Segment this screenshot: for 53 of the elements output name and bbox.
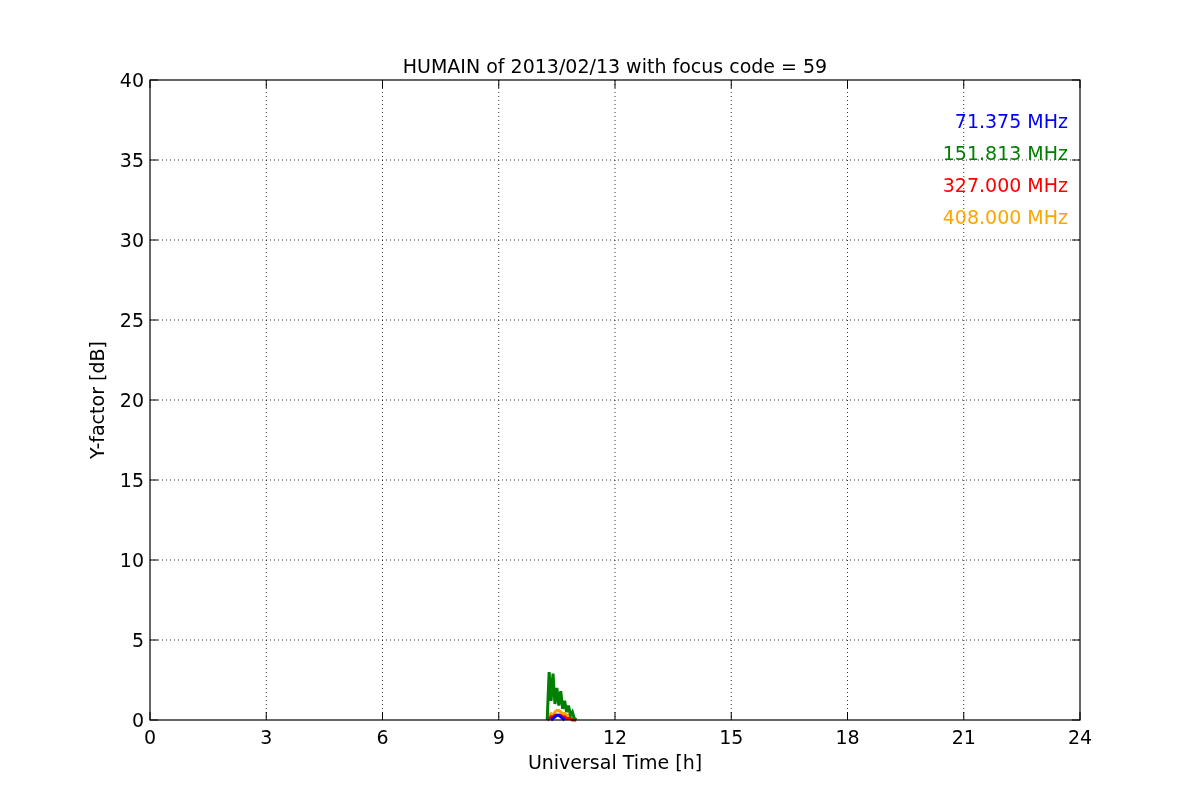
tick-label: 5	[131, 629, 144, 651]
tick-mark	[847, 79, 848, 89]
tick-label: 12	[602, 726, 628, 748]
tick-mark	[149, 319, 159, 321]
tick-mark	[614, 711, 616, 721]
tick-label: 3	[260, 726, 273, 748]
tick-mark	[382, 711, 383, 721]
tick-mark	[149, 239, 159, 241]
tick-mark	[498, 79, 500, 89]
tick-label: 18	[835, 726, 860, 748]
tick-mark	[1071, 639, 1081, 641]
tick-label: 15	[119, 469, 144, 491]
tick-mark	[382, 79, 383, 89]
tick-label: 15	[719, 726, 744, 748]
tick-mark	[265, 79, 267, 89]
tick-mark	[1071, 479, 1081, 481]
y-axis-label: Y-factor [dB]	[86, 341, 108, 459]
tick-mark	[1071, 559, 1081, 561]
tick-label: 9	[492, 726, 505, 748]
tick-mark	[614, 79, 616, 89]
tick-mark	[730, 711, 732, 721]
tick-mark	[1071, 239, 1081, 241]
tick-mark	[149, 639, 159, 641]
tick-label: 40	[119, 69, 144, 91]
tick-mark	[498, 711, 500, 721]
tick-label: 24	[1067, 726, 1093, 748]
tick-mark	[265, 711, 267, 721]
legend-label: 327.000 MHz	[942, 174, 1068, 196]
tick-mark	[1071, 399, 1081, 401]
tick-mark	[847, 711, 848, 721]
tick-label: 6	[376, 726, 389, 748]
tick-mark	[149, 559, 159, 561]
legend-label: 408.000 MHz	[942, 206, 1068, 228]
tick-mark	[963, 79, 965, 89]
tick-mark	[149, 159, 159, 161]
tick-label: 0	[131, 709, 144, 731]
tick-mark	[963, 711, 965, 721]
legend-label: 151.813 MHz	[942, 142, 1068, 164]
tick-mark	[149, 479, 159, 481]
tick-label: 21	[951, 726, 976, 748]
tick-mark	[1071, 159, 1081, 161]
tick-mark	[149, 399, 159, 401]
tick-mark	[730, 79, 732, 89]
tick-mark	[1071, 319, 1081, 321]
tick-label: 10	[119, 549, 144, 571]
tick-label: 30	[119, 229, 144, 251]
x-axis-label: Universal Time [h]	[527, 751, 703, 773]
tick-label: 35	[119, 149, 144, 171]
tick-label: 20	[119, 389, 144, 411]
tick-label: 25	[119, 309, 144, 331]
chart-title: HUMAIN of 2013/02/13 with focus code = 59	[402, 55, 828, 77]
tick-label: 0	[143, 726, 157, 748]
legend-label: 71.375 MHz	[954, 110, 1068, 132]
